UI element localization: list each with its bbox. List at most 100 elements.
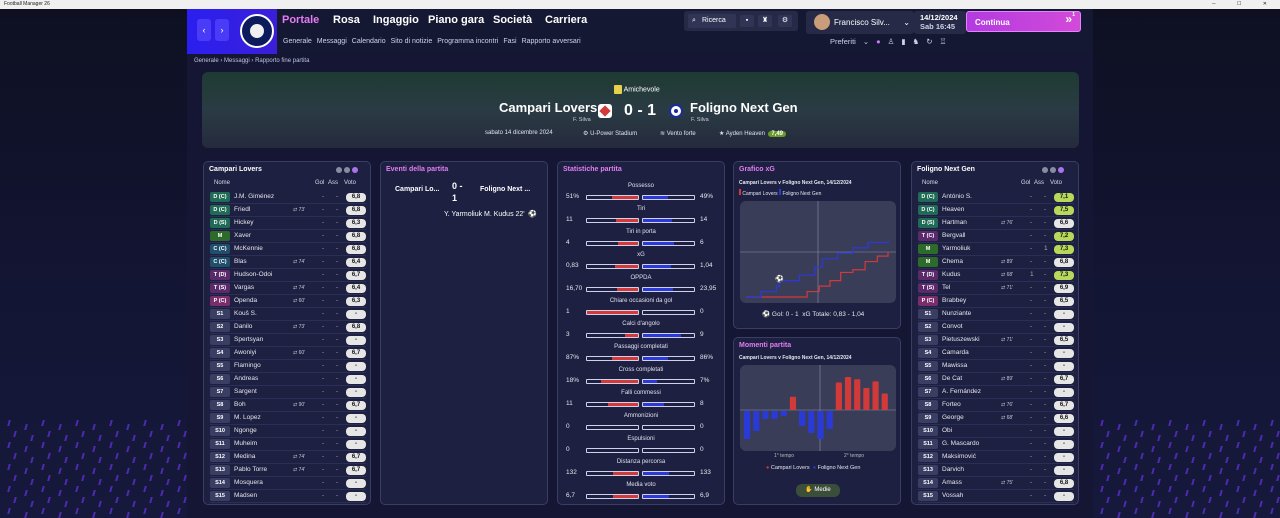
manager-profile[interactable]: Francisco Silv... ⌄ (806, 11, 914, 34)
player-row[interactable]: D (C) Friedl ⇄ 73' - -6,8 (210, 204, 372, 216)
player-name[interactable]: Mosquera (234, 477, 263, 489)
xg-chart[interactable]: ⚽ (740, 201, 896, 303)
home-manager[interactable]: F. Silva (573, 117, 591, 123)
player-row[interactable]: M Xaver - -6,8 (210, 230, 372, 242)
player-name[interactable]: G. Mascardo (942, 438, 979, 450)
submenu-item[interactable]: Messaggi (317, 38, 347, 45)
dot-icon[interactable] (1042, 167, 1048, 173)
player-name[interactable]: Convot (942, 321, 963, 333)
player-row[interactable]: S5 Mawissa - - - (918, 360, 1080, 372)
date-display[interactable]: 14/12/2024 Sab 16:45 (914, 11, 966, 34)
player-row[interactable]: S15 Madsen - - - (210, 490, 372, 502)
player-name[interactable]: Mawissa (942, 360, 967, 372)
player-name[interactable]: Kouš S. (234, 308, 257, 320)
clipboard-icon[interactable]: ▮ (901, 37, 905, 46)
player-name[interactable]: Madsen (234, 490, 257, 502)
col-assists[interactable]: Ass (328, 180, 338, 186)
gear-icon[interactable]: ⚙ (778, 15, 792, 27)
momentum-chart[interactable] (740, 365, 896, 451)
player-name[interactable]: Tel (942, 282, 950, 294)
player-name[interactable]: Boh (234, 399, 246, 411)
submenu-item[interactable]: Programma incontri (437, 38, 498, 45)
menu-carriera[interactable]: Carriera (545, 14, 587, 26)
home-panel-title[interactable]: Campari Lovers (209, 166, 262, 173)
player-row[interactable]: C (C) McKennie - -6,8 (210, 243, 372, 255)
player-row[interactable]: S4 Awoniyi ⇄ 60' - -6,7 (210, 347, 372, 359)
forward-button[interactable]: › (215, 19, 229, 41)
player-name[interactable]: Hartman (942, 217, 967, 229)
favorites-label[interactable]: Preferiti (830, 37, 856, 46)
player-row[interactable]: D (C) António S. - -7,1 (918, 191, 1080, 203)
player-name[interactable]: Pablo Torre (234, 464, 267, 476)
player-row[interactable]: S1 Kouš S. - - - (210, 308, 372, 320)
player-name[interactable]: António S. (942, 191, 972, 203)
stadium[interactable]: ⚙ U-Power Stadium (583, 130, 637, 137)
player-name[interactable]: Darvich (942, 464, 964, 476)
submenu-item[interactable]: Fasi (503, 38, 516, 45)
dot-icon[interactable] (1058, 167, 1064, 173)
player-row[interactable]: S3 Spertsyan - - - (210, 334, 372, 346)
col-goals[interactable]: Gol (1021, 180, 1030, 186)
col-name[interactable]: Nome (214, 180, 230, 186)
player-row[interactable]: S5 Flamingo - - - (210, 360, 372, 372)
player-row[interactable]: S12 Medina ⇄ 74' - -6,7 (210, 451, 372, 463)
player-row[interactable]: C (C) Blas ⇄ 74' - -6,4 (210, 256, 372, 268)
player-name[interactable]: Openda (234, 295, 257, 307)
player-name[interactable]: Yarmoliuk (942, 243, 970, 255)
inbox-icon[interactable]: ▪ (740, 15, 754, 27)
club-logo[interactable] (240, 14, 274, 48)
player-name[interactable]: Heaven (942, 204, 964, 216)
shield-icon[interactable]: ♜ (758, 15, 772, 27)
tactics-icon[interactable]: ♞ (913, 37, 920, 46)
player-row[interactable]: S13 Pablo Torre ⇄ 74' - -6,7 (210, 464, 372, 476)
player-row[interactable]: S8 Boh ⇄ 90' - -6,7 (210, 399, 372, 411)
back-button[interactable]: ‹ (197, 19, 211, 41)
player-name[interactable]: J.M. Giménez (234, 191, 274, 203)
player-row[interactable]: D (S) Hartman ⇄ 76' - -6,6 (918, 217, 1080, 229)
away-team-name[interactable]: Foligno Next Gen (690, 100, 798, 115)
player-row[interactable]: P (C) Openda ⇄ 60' - -6,3 (210, 295, 372, 307)
player-name[interactable]: Bergvall (942, 230, 965, 242)
player-row[interactable]: S10 Ngonge - - - (210, 425, 372, 437)
search-button[interactable]: ⌕ Ricerca (688, 14, 736, 28)
dot-icon[interactable] (1050, 167, 1056, 173)
player-row[interactable]: S1 Nunziante - - - (918, 308, 1080, 320)
col-name[interactable]: Nome (922, 180, 938, 186)
continue-button[interactable]: Continua » 1 (966, 11, 1081, 32)
view-toggle[interactable] (334, 167, 358, 175)
dot-icon[interactable] (344, 167, 350, 173)
player-name[interactable]: Awoniyi (234, 347, 256, 359)
menu-piano-gara[interactable]: Piano gara (428, 14, 484, 26)
away-panel-title[interactable]: Foligno Next Gen (917, 166, 975, 173)
player-row[interactable]: S10 Obi - - - (918, 425, 1080, 437)
player-name[interactable]: Xaver (234, 230, 251, 242)
player-name[interactable]: Amass (942, 477, 962, 489)
player-name[interactable]: M. Lopez (234, 412, 261, 424)
player-row[interactable]: S7 Sargent - - - (210, 386, 372, 398)
player-name[interactable]: Medina (234, 451, 255, 463)
menu-rosa[interactable]: Rosa (333, 14, 360, 26)
event-goal[interactable]: M. Kudus 22' (484, 211, 525, 218)
submenu-item[interactable]: Calendario (352, 38, 386, 45)
player-row[interactable]: S2 Convot - - - (918, 321, 1080, 333)
submenu-item[interactable]: Generale (283, 38, 312, 45)
chat-icon[interactable]: ● (876, 37, 881, 46)
player-name[interactable]: Sargent (234, 386, 257, 398)
home-team-name[interactable]: Campari Lovers (499, 100, 597, 115)
event-assist[interactable]: Y. Yarmoliuk (444, 211, 482, 218)
player-row[interactable]: T (S) Vargas ⇄ 74' - -6,4 (210, 282, 372, 294)
player-row[interactable]: T (D) Hudson-Odoi - -6,7 (210, 269, 372, 281)
breadcrumb-item[interactable]: Generale (194, 58, 219, 64)
player-row[interactable]: S7 A. Fernández - - - (918, 386, 1080, 398)
player-name[interactable]: Chema (942, 256, 963, 268)
player-row[interactable]: S14 Amass ⇄ 75' - -6,8 (918, 477, 1080, 489)
player-of-match[interactable]: ★ Ayden Heaven 7,49 (719, 130, 787, 137)
player-name[interactable]: Hickey (234, 217, 254, 229)
window-controls[interactable]: ─ ☐ ✕ (1212, 0, 1277, 9)
trophy-icon[interactable]: ♖ (940, 37, 947, 46)
player-name[interactable]: A. Fernández (942, 386, 981, 398)
player-row[interactable]: D (S) Hickey - -6,3 (210, 217, 372, 229)
col-rating[interactable]: Voto (344, 180, 356, 186)
player-row[interactable]: S14 Mosquera - - - (210, 477, 372, 489)
away-manager[interactable]: F. Silva (691, 117, 709, 123)
